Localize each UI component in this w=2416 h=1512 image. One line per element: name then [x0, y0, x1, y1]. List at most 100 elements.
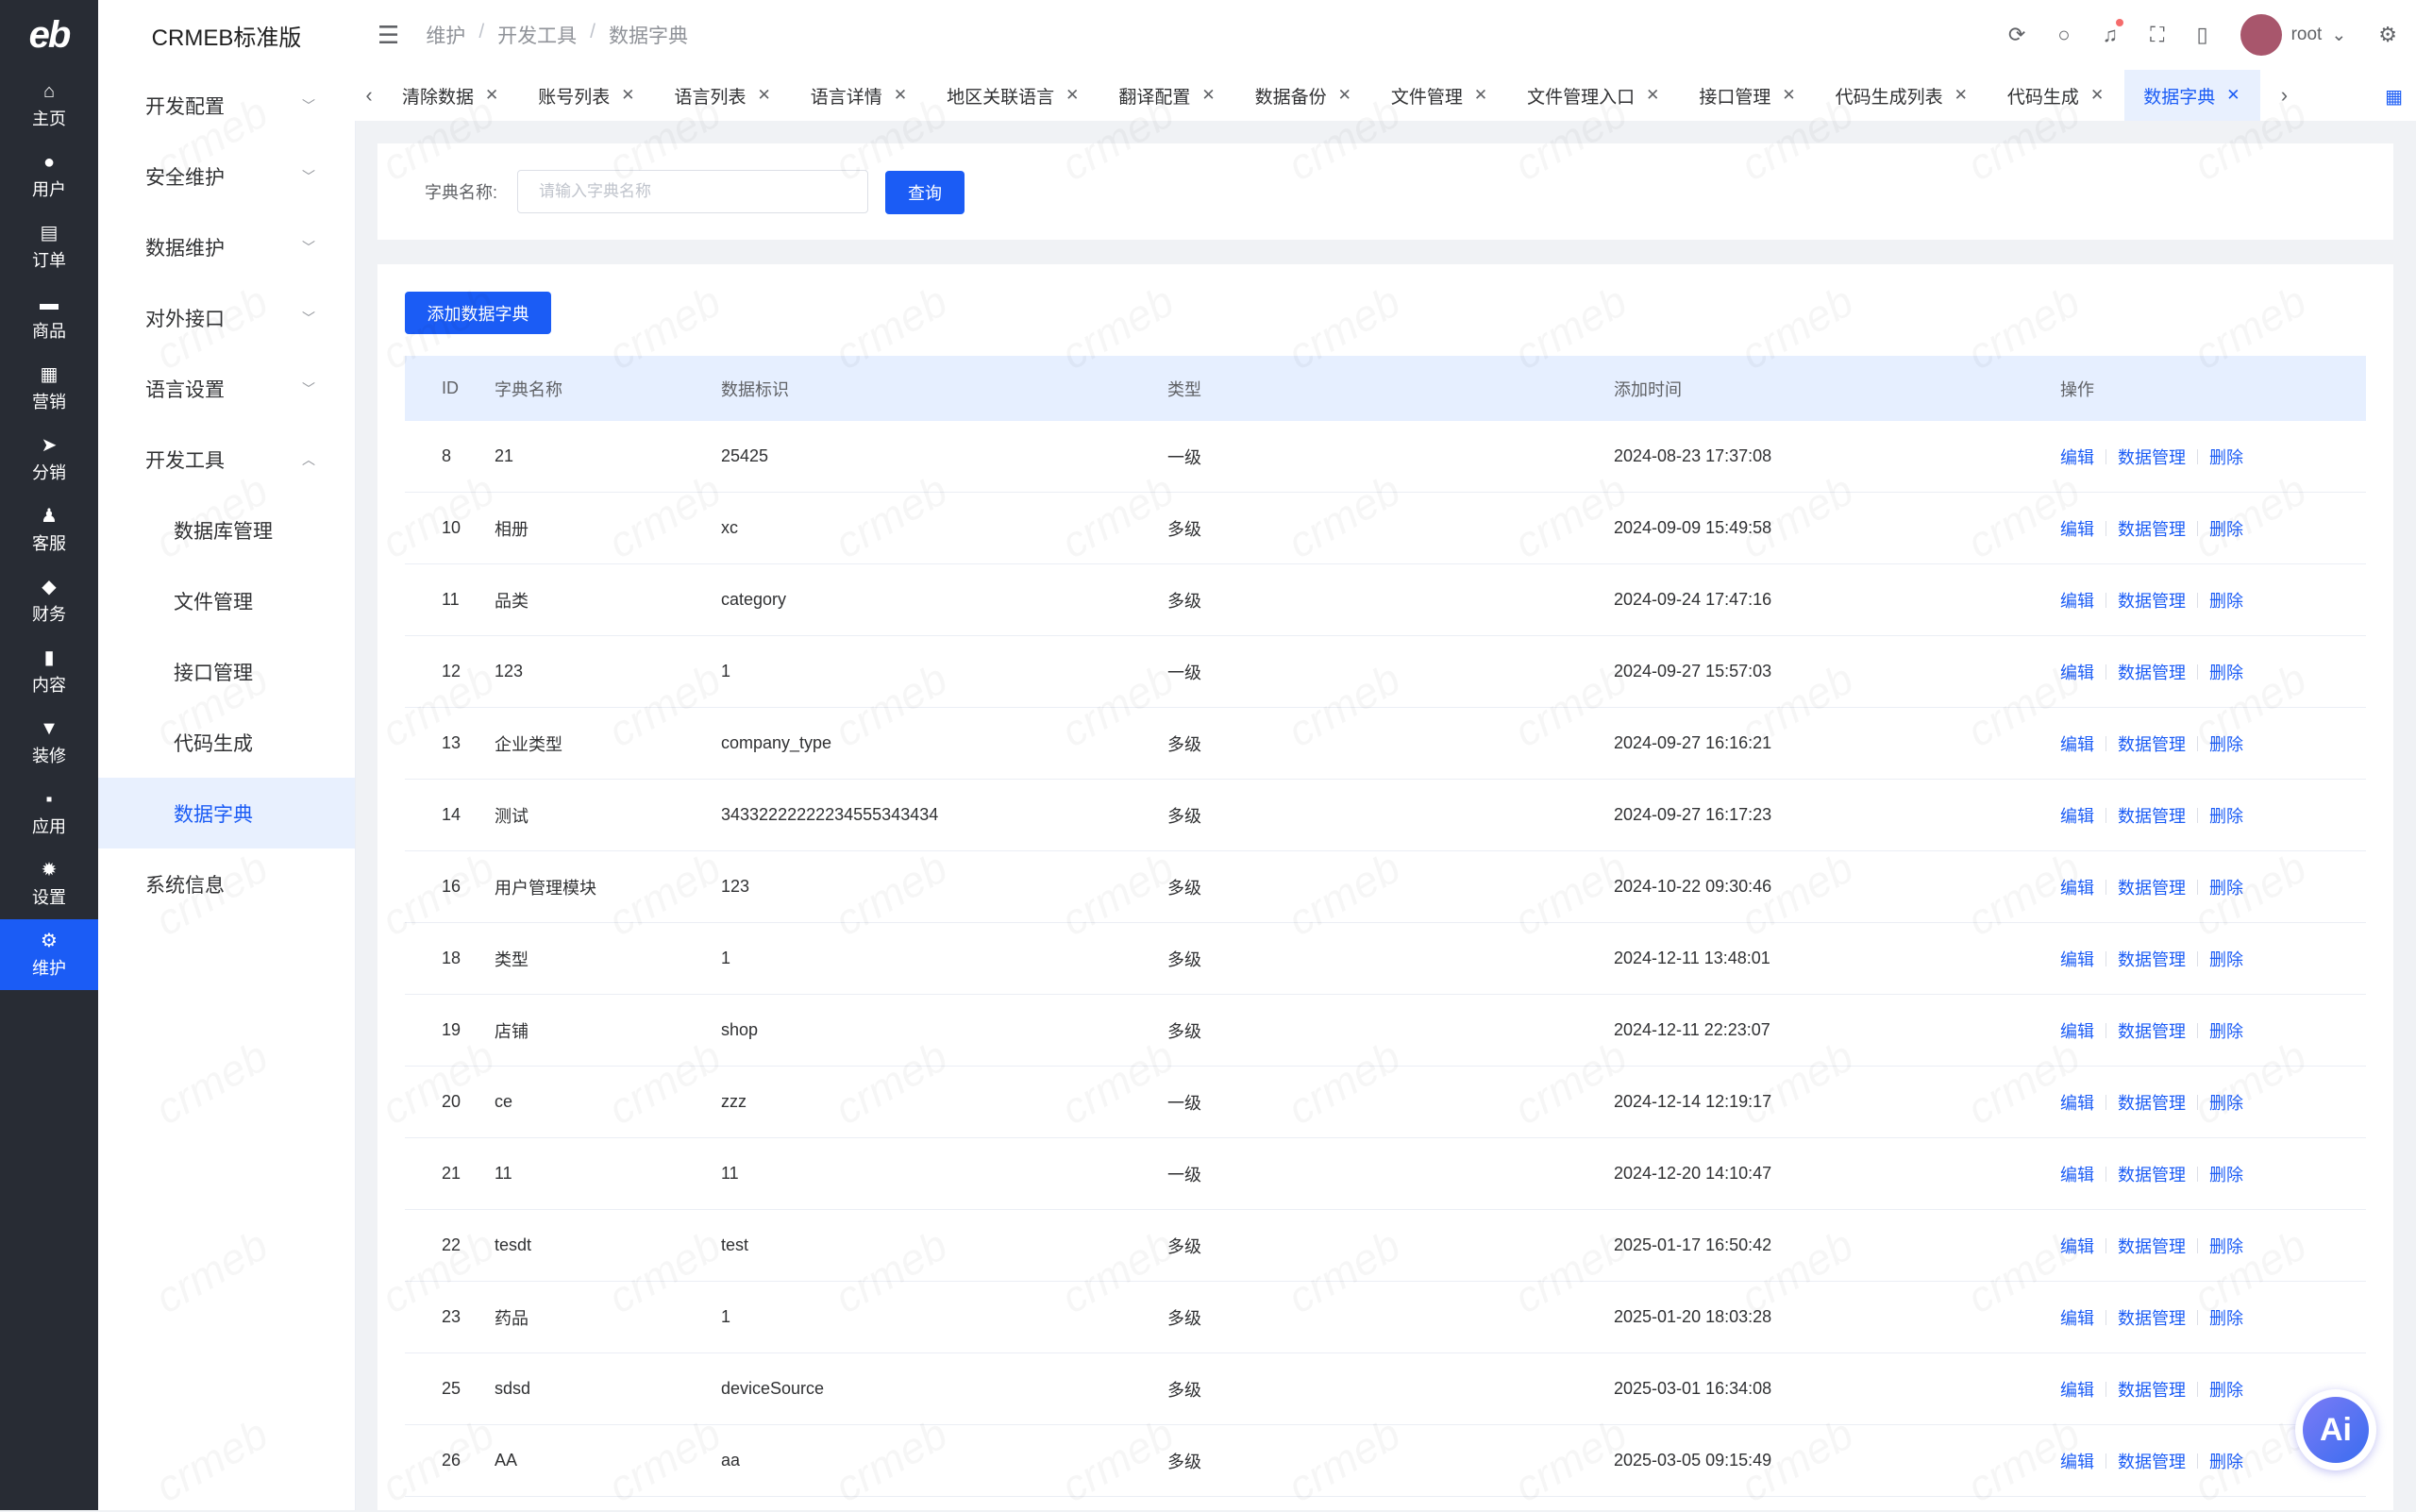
close-icon[interactable]: ✕	[1065, 86, 1079, 105]
submenu-group[interactable]: 对外接口 ﹀	[98, 282, 355, 353]
delete-link[interactable]: 删除	[2209, 1234, 2243, 1258]
close-icon[interactable]: ✕	[1474, 86, 1487, 105]
rail-item[interactable]: ⚙ 维护	[0, 919, 98, 990]
data-manage-link[interactable]: 数据管理	[2118, 1018, 2186, 1043]
edit-link[interactable]: 编辑	[2060, 516, 2094, 541]
edit-link[interactable]: 编辑	[2060, 803, 2094, 828]
close-icon[interactable]: ✕	[1782, 86, 1795, 105]
submenu-group[interactable]: 开发工具 ︿	[98, 424, 355, 495]
collapse-menu-icon[interactable]: ☰	[378, 21, 399, 50]
tab[interactable]: 接口管理 ✕	[1680, 70, 1816, 121]
edit-link[interactable]: 编辑	[2060, 588, 2094, 613]
close-icon[interactable]: ✕	[1955, 86, 1968, 105]
data-manage-link[interactable]: 数据管理	[2118, 660, 2186, 684]
close-icon[interactable]: ✕	[485, 86, 498, 105]
submenu-group[interactable]: 数据维护 ﹀	[98, 211, 355, 282]
edit-link[interactable]: 编辑	[2060, 875, 2094, 899]
rail-item[interactable]: ▦ 营销	[0, 353, 98, 424]
edit-link[interactable]: 编辑	[2060, 1377, 2094, 1402]
data-manage-link[interactable]: 数据管理	[2118, 1449, 2186, 1473]
delete-link[interactable]: 删除	[2209, 947, 2243, 971]
dict-name-input[interactable]	[517, 170, 868, 213]
tab[interactable]: 账号列表 ✕	[519, 70, 655, 121]
delete-link[interactable]: 删除	[2209, 875, 2243, 899]
tabs-scroll-right-icon[interactable]: ›	[2270, 83, 2298, 108]
submenu-item[interactable]: 数据字典	[98, 778, 355, 848]
rail-item[interactable]: ▮ 内容	[0, 636, 98, 707]
data-manage-link[interactable]: 数据管理	[2118, 1234, 2186, 1258]
delete-link[interactable]: 删除	[2209, 731, 2243, 756]
delete-link[interactable]: 删除	[2209, 1377, 2243, 1402]
submenu-item[interactable]: 接口管理	[98, 636, 355, 707]
delete-link[interactable]: 删除	[2209, 445, 2243, 469]
bell-icon[interactable]: ♫	[2103, 19, 2124, 47]
data-manage-link[interactable]: 数据管理	[2118, 1305, 2186, 1330]
delete-link[interactable]: 删除	[2209, 1090, 2243, 1115]
gear-icon[interactable]: ⚙	[2378, 23, 2397, 47]
tab[interactable]: 文件管理 ✕	[1372, 70, 1508, 121]
delete-link[interactable]: 删除	[2209, 1305, 2243, 1330]
rail-item[interactable]: ▼ 装修	[0, 707, 98, 778]
edit-link[interactable]: 编辑	[2060, 1305, 2094, 1330]
close-icon[interactable]: ✕	[2090, 86, 2104, 105]
delete-link[interactable]: 删除	[2209, 1018, 2243, 1043]
rail-item[interactable]: ⌂ 主页	[0, 70, 98, 141]
close-icon[interactable]: ✕	[1646, 86, 1659, 105]
fullscreen-icon[interactable]: ⛶	[2150, 23, 2164, 47]
query-button[interactable]: 查询	[885, 171, 965, 214]
edit-link[interactable]: 编辑	[2060, 1090, 2094, 1115]
add-dictionary-button[interactable]: 添加数据字典	[405, 292, 551, 334]
rail-item[interactable]: ✹ 设置	[0, 848, 98, 919]
submenu-group[interactable]: 安全维护 ﹀	[98, 141, 355, 211]
submenu-group[interactable]: 开发配置 ﹀	[98, 70, 355, 141]
rail-item[interactable]: ➤ 分销	[0, 424, 98, 495]
close-icon[interactable]: ✕	[2226, 86, 2240, 105]
search-icon[interactable]: ○	[2057, 23, 2070, 47]
edit-link[interactable]: 编辑	[2060, 731, 2094, 756]
data-manage-link[interactable]: 数据管理	[2118, 1090, 2186, 1115]
edit-link[interactable]: 编辑	[2060, 445, 2094, 469]
tab[interactable]: 代码生成列表 ✕	[1817, 70, 1988, 121]
close-icon[interactable]: ✕	[621, 86, 634, 105]
data-manage-link[interactable]: 数据管理	[2118, 588, 2186, 613]
data-manage-link[interactable]: 数据管理	[2118, 516, 2186, 541]
close-icon[interactable]: ✕	[758, 86, 771, 105]
tab[interactable]: 代码生成 ✕	[1988, 70, 2124, 121]
edit-link[interactable]: 编辑	[2060, 1449, 2094, 1473]
tab[interactable]: 语言列表 ✕	[656, 70, 792, 121]
breadcrumb-item[interactable]: 开发工具	[497, 21, 577, 49]
app-logo[interactable]: eb	[0, 0, 98, 70]
rail-item[interactable]: ▪ 应用	[0, 778, 98, 848]
tab[interactable]: 数据备份 ✕	[1236, 70, 1372, 121]
tab[interactable]: 清除数据 ✕	[383, 70, 519, 121]
tabs-scroll-left-icon[interactable]: ‹	[355, 83, 383, 108]
tab[interactable]: 翻译配置 ✕	[1099, 70, 1235, 121]
user-menu[interactable]: root ⌄	[2240, 14, 2346, 56]
submenu-group[interactable]: 语言设置 ﹀	[98, 353, 355, 424]
submenu-item[interactable]: 文件管理	[98, 565, 355, 636]
rail-item[interactable]: ● 用户	[0, 141, 98, 211]
data-manage-link[interactable]: 数据管理	[2118, 803, 2186, 828]
edit-link[interactable]: 编辑	[2060, 947, 2094, 971]
tab[interactable]: 数据字典 ✕	[2124, 70, 2261, 121]
data-manage-link[interactable]: 数据管理	[2118, 875, 2186, 899]
submenu-item[interactable]: 数据库管理	[98, 495, 355, 565]
close-icon[interactable]: ✕	[894, 86, 907, 105]
refresh-icon[interactable]: ⟳	[2008, 23, 2025, 47]
edit-link[interactable]: 编辑	[2060, 1018, 2094, 1043]
rail-item[interactable]: ▤ 订单	[0, 211, 98, 282]
tab[interactable]: 地区关联语言 ✕	[928, 70, 1099, 121]
submenu-system-info[interactable]: 系统信息	[98, 848, 355, 919]
close-icon[interactable]: ✕	[1338, 86, 1351, 105]
submenu-item[interactable]: 代码生成	[98, 707, 355, 778]
rail-item[interactable]: ◆ 财务	[0, 565, 98, 636]
ai-assistant-button[interactable]: Ai	[2295, 1389, 2376, 1470]
edit-link[interactable]: 编辑	[2060, 1234, 2094, 1258]
close-icon[interactable]: ✕	[1201, 86, 1215, 105]
delete-link[interactable]: 删除	[2209, 516, 2243, 541]
data-manage-link[interactable]: 数据管理	[2118, 445, 2186, 469]
delete-link[interactable]: 删除	[2209, 1162, 2243, 1186]
data-manage-link[interactable]: 数据管理	[2118, 731, 2186, 756]
tab[interactable]: 语言详情 ✕	[792, 70, 928, 121]
breadcrumb-item[interactable]: 维护	[426, 21, 465, 49]
